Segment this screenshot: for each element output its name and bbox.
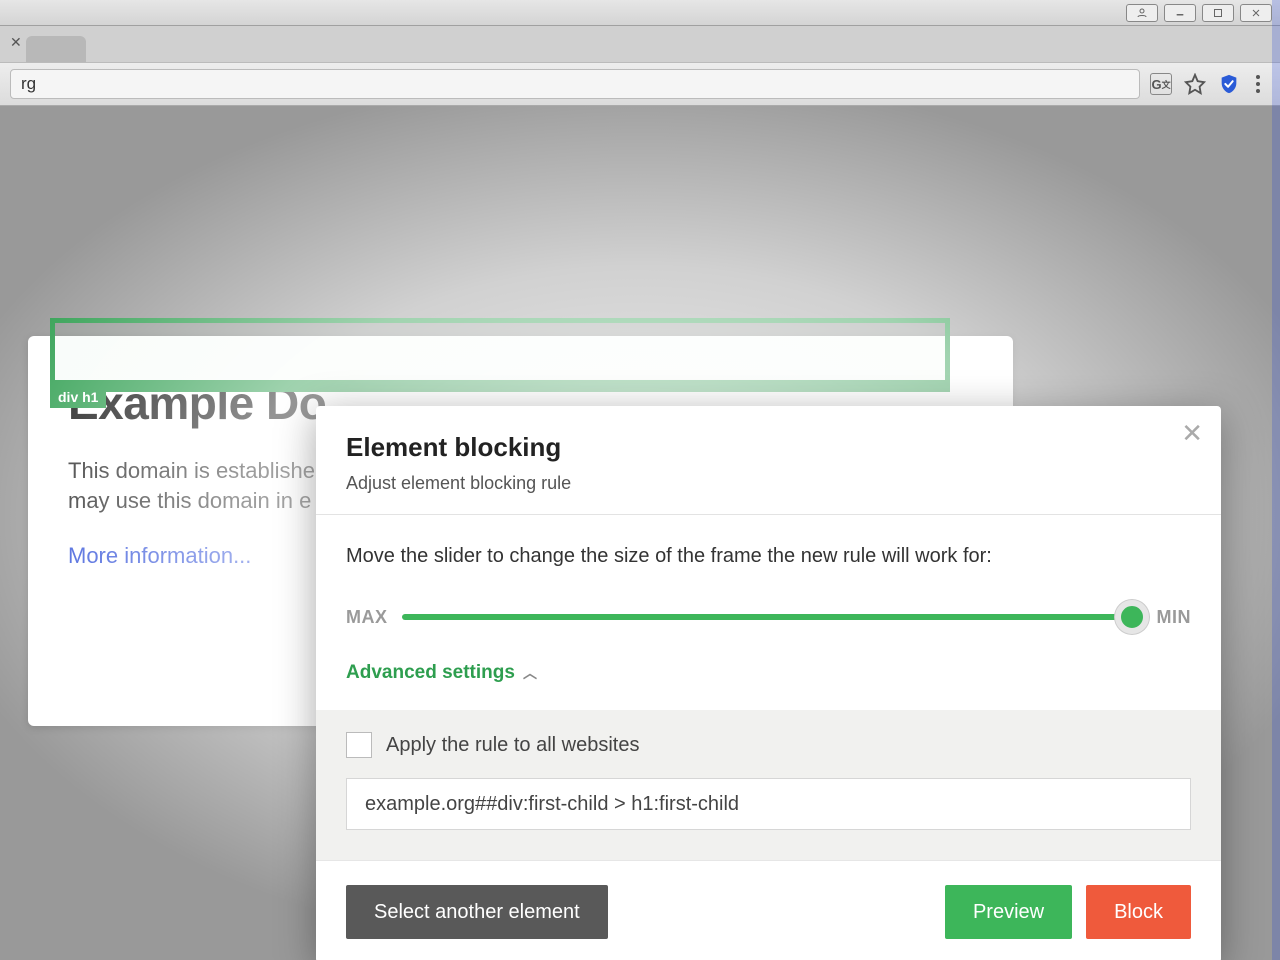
apply-all-row: Apply the rule to all websites <box>346 732 1191 758</box>
block-button[interactable]: Block <box>1086 885 1191 939</box>
advanced-settings-label: Advanced settings <box>346 662 515 684</box>
browser-tab[interactable] <box>26 36 86 62</box>
select-another-button[interactable]: Select another element <box>346 885 608 939</box>
modal-header: Element blocking Adjust element blocking… <box>316 406 1221 514</box>
modal-title: Element blocking <box>346 432 1191 463</box>
apply-all-checkbox[interactable] <box>346 732 372 758</box>
toolbar-actions: G文 <box>1150 71 1264 97</box>
modal-subtitle: Adjust element blocking rule <box>346 473 1191 494</box>
element-selection-highlight <box>50 318 950 392</box>
shield-extension-icon[interactable] <box>1218 73 1240 95</box>
url-text: rg <box>21 74 36 94</box>
rule-text-input[interactable] <box>346 778 1191 830</box>
more-info-link[interactable]: More information... <box>68 543 251 568</box>
modal-body: Move the slider to change the size of th… <box>316 515 1221 710</box>
slider-max-label: MAX <box>346 607 388 628</box>
window-right-edge <box>1272 0 1280 960</box>
apply-all-label: Apply the rule to all websites <box>386 734 639 757</box>
close-window-button[interactable] <box>1240 4 1272 22</box>
close-icon[interactable]: ✕ <box>1181 420 1203 446</box>
minimize-button[interactable] <box>1164 4 1196 22</box>
element-blocking-modal: Element blocking Adjust element blocking… <box>316 406 1221 960</box>
advanced-panel: Apply the rule to all websites <box>316 710 1221 860</box>
preview-button[interactable]: Preview <box>945 885 1072 939</box>
chevron-up-icon: ︿ <box>523 663 537 683</box>
slider-instruction: Move the slider to change the size of th… <box>346 545 1191 568</box>
bookmark-star-icon[interactable] <box>1184 73 1206 95</box>
modal-footer: Select another element Preview Block <box>316 860 1221 960</box>
translate-icon[interactable]: G文 <box>1150 73 1172 95</box>
slider-min-label: MIN <box>1157 607 1192 628</box>
slider-track <box>402 614 1143 620</box>
menu-kebab-icon[interactable] <box>1252 71 1264 97</box>
toolbar: rg G文 <box>0 62 1280 106</box>
maximize-button[interactable] <box>1202 4 1234 22</box>
window-titlebar <box>0 0 1280 26</box>
account-icon[interactable] <box>1126 4 1158 22</box>
page-viewport: Example Do This domain is establishe may… <box>0 106 1280 960</box>
address-bar[interactable]: rg <box>10 69 1140 99</box>
selection-tag-label: div h1 <box>50 386 106 408</box>
slider-thumb[interactable] <box>1115 600 1149 634</box>
tab-strip: ✕ <box>0 26 1280 62</box>
advanced-settings-toggle[interactable]: Advanced settings ︿ <box>346 662 1191 684</box>
frame-size-slider[interactable] <box>402 602 1143 632</box>
browser-window: ✕ rg G文 Example Do This domain is establ… <box>0 0 1280 960</box>
slider-row: MAX MIN <box>346 602 1191 632</box>
tab-close-icon[interactable]: ✕ <box>10 34 22 51</box>
